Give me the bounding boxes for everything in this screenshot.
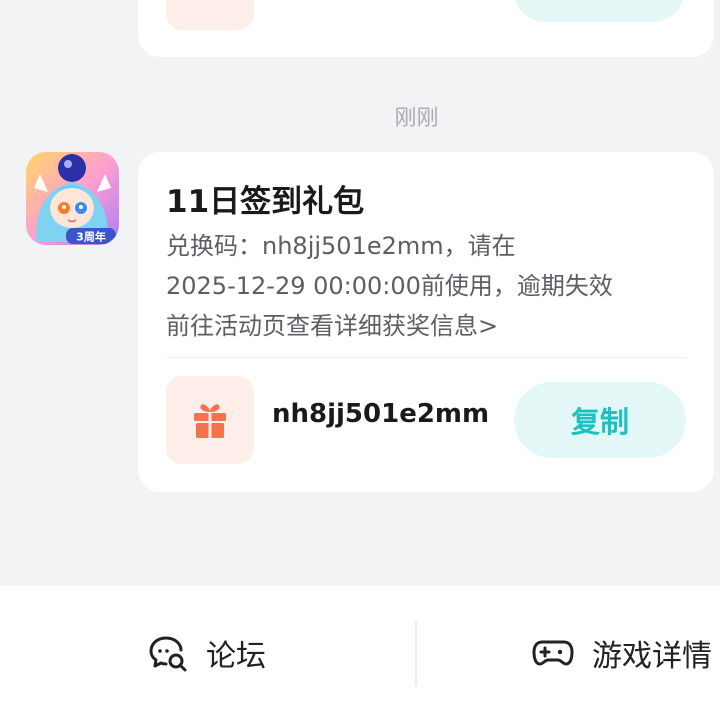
- message-body[interactable]: 兑换码：nh8jj501e2mm，请在 2025-12-29 00:00:00前…: [166, 226, 706, 346]
- game-detail-label: 游戏详情: [592, 639, 712, 674]
- gift-icon-box: [166, 376, 254, 464]
- message-title: 11日签到礼包: [166, 184, 365, 220]
- message-line-2: 2025-12-29 00:00:00前使用，逾期失效: [166, 272, 613, 300]
- redeem-code: nh8jj501e2mm: [272, 399, 490, 429]
- previous-copy-button[interactable]: [514, 0, 684, 22]
- bottom-bar: 论坛 游戏详情: [0, 586, 720, 720]
- forum-icon: [149, 636, 187, 672]
- forum-label: 论坛: [206, 639, 266, 674]
- bottom-bar-divider: [415, 620, 417, 686]
- gift-message-card: 11日签到礼包 兑换码：nh8jj501e2mm，请在 2025-12-29 0…: [138, 152, 714, 492]
- forum-button[interactable]: 论坛: [148, 628, 266, 678]
- previous-gift-box: [166, 0, 254, 30]
- gift-icon: [194, 404, 226, 438]
- previous-message-card: [138, 0, 714, 57]
- copy-button[interactable]: 复制: [514, 382, 686, 458]
- activity-link[interactable]: 前往活动页查看详细获奖信息>: [166, 306, 706, 346]
- game-detail-button[interactable]: 游戏详情: [532, 628, 712, 678]
- gamepad-icon: [532, 640, 574, 666]
- message-line-1: 兑换码：nh8jj501e2mm，请在: [166, 232, 516, 260]
- avatar-badge: 3周年: [76, 230, 106, 244]
- game-avatar[interactable]: 3周年: [26, 152, 119, 245]
- card-divider: [166, 357, 686, 358]
- timestamp-label: 刚刚: [394, 106, 439, 131]
